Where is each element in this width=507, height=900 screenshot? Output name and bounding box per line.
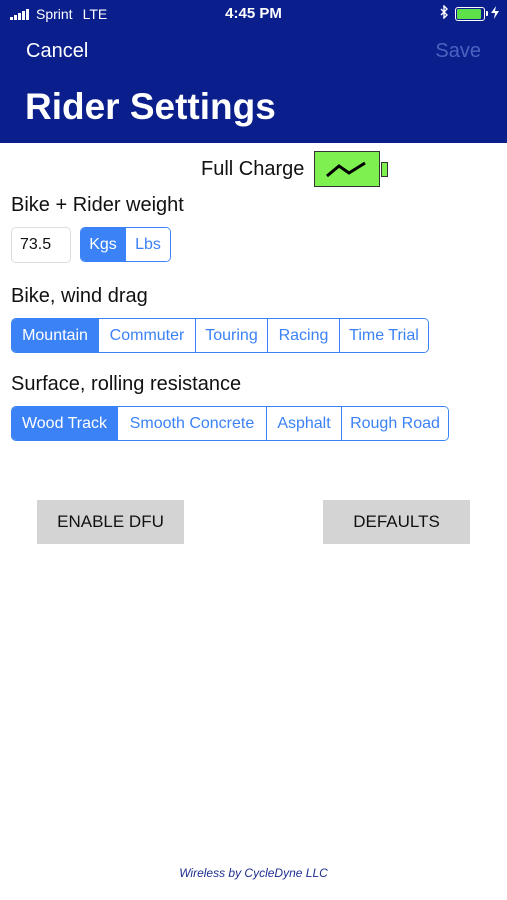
wind-drag-selector: Mountain Commuter Touring Racing Time Tr… (11, 318, 429, 353)
charge-status: Full Charge (201, 151, 389, 187)
bolt-icon (491, 5, 499, 22)
surface-option-smooth-concrete[interactable]: Smooth Concrete (118, 407, 267, 440)
wind-option-racing[interactable]: Racing (268, 319, 340, 352)
surface-selector: Wood Track Smooth Concrete Asphalt Rough… (11, 406, 449, 441)
status-right (440, 4, 499, 22)
wind-option-time-trial[interactable]: Time Trial (340, 319, 428, 352)
wind-option-touring[interactable]: Touring (196, 319, 268, 352)
unit-option-kgs[interactable]: Kgs (81, 228, 126, 261)
surface-label: Surface, rolling resistance (11, 373, 242, 395)
status-bar: Sprint LTE 4:45 PM (0, 0, 507, 28)
status-time: 4:45 PM (225, 5, 282, 22)
weight-unit-selector: Kgs Lbs (80, 227, 171, 262)
enable-dfu-button[interactable]: ENABLE DFU (37, 500, 184, 544)
surface-option-wood-track[interactable]: Wood Track (12, 407, 118, 440)
cancel-button[interactable]: Cancel (26, 40, 88, 63)
defaults-button[interactable]: DEFAULTS (323, 500, 470, 544)
battery-icon (314, 151, 389, 187)
unit-option-lbs[interactable]: Lbs (126, 228, 170, 261)
battery-status-icon (455, 6, 488, 21)
bluetooth-icon (440, 4, 449, 22)
weight-label: Bike + Rider weight (11, 194, 184, 216)
footer-credit: Wireless by CycleDyne LLC (179, 866, 328, 880)
surface-option-rough-road[interactable]: Rough Road (342, 407, 448, 440)
wind-option-mountain[interactable]: Mountain (12, 319, 99, 352)
wind-option-commuter[interactable]: Commuter (99, 319, 196, 352)
surface-option-asphalt[interactable]: Asphalt (267, 407, 342, 440)
header: Sprint LTE 4:45 PM Cancel Save Rider Set… (0, 0, 507, 143)
save-button[interactable]: Save (435, 40, 481, 63)
page-title: Rider Settings (25, 86, 276, 127)
weight-input[interactable] (11, 227, 71, 263)
charge-label: Full Charge (201, 157, 305, 180)
wind-drag-label: Bike, wind drag (11, 285, 148, 307)
